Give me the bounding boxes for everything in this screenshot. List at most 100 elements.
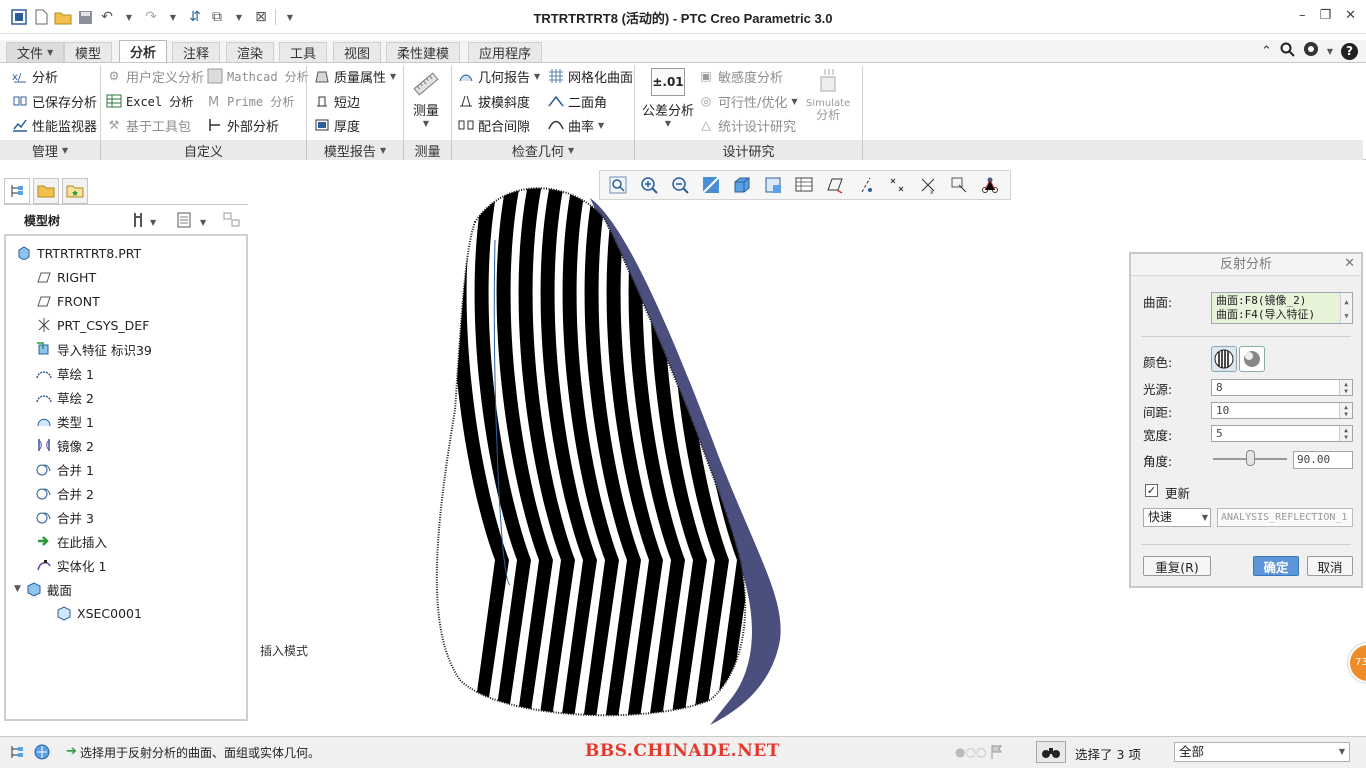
shaded-color-button[interactable] (1239, 346, 1265, 372)
feasibility-dropdown-icon[interactable]: ▼ (791, 97, 797, 106)
navigator-toggle-icon[interactable] (8, 743, 26, 764)
community-icon[interactable] (1303, 41, 1319, 61)
performance-monitor-button[interactable]: 性能监视器 (12, 115, 97, 135)
excel-analysis-button[interactable]: Excel 分析 (106, 91, 193, 111)
tree-item[interactable]: 草绘 2 (36, 386, 94, 408)
restore-icon[interactable]: ❐ (1319, 8, 1331, 23)
width-spinner[interactable]: 5 ▲ ▼ (1211, 425, 1353, 442)
prime-analysis-button[interactable]: M Prime 分析 (207, 91, 294, 111)
community-dropdown-icon[interactable]: ▼ (1327, 47, 1333, 56)
annotation-display-icon[interactable] (976, 173, 1004, 197)
datum-planes-display-icon[interactable] (821, 173, 849, 197)
angle-slider-thumb[interactable] (1246, 450, 1255, 466)
surface-item[interactable]: 曲面:F8(镜像_2) (1216, 294, 1352, 308)
mass-properties-dropdown-icon[interactable]: ▼ (390, 72, 396, 81)
expand-toggle-icon[interactable]: ▼ (14, 584, 21, 594)
close-icon[interactable]: ✕ (1345, 8, 1356, 23)
tab-flexible-modeling[interactable]: 柔性建模 (386, 42, 461, 62)
ok-button[interactable]: 确定 (1253, 556, 1299, 576)
light-spinner[interactable]: 8 ▲ ▼ (1211, 379, 1353, 396)
tab-view[interactable]: 视图 (333, 42, 382, 62)
mass-properties-button[interactable]: 质量属性 ▼ (314, 66, 396, 86)
short-edge-button[interactable]: 短边 (314, 91, 360, 111)
tree-show-icon[interactable]: ▼ (176, 211, 212, 232)
tree-item[interactable]: ▼ 截面 (14, 578, 72, 600)
surface-collector[interactable]: 曲面:F8(镜像_2) 曲面:F4(导入特征) ▲ ▼ (1211, 292, 1353, 324)
surface-item[interactable]: 曲面:F4(导入特征) (1216, 308, 1352, 322)
statistical-design-study-button[interactable]: △ 统计设计研究 (698, 115, 796, 135)
spinner-arrows[interactable]: ▲ ▼ (1339, 426, 1352, 441)
spin-center-icon[interactable] (945, 173, 973, 197)
spinner-arrows[interactable]: ▲ ▼ (1339, 380, 1352, 395)
tree-item[interactable]: 在此插入 (36, 530, 107, 552)
saved-analysis-button[interactable]: 已保存分析 (12, 91, 97, 111)
simulate-analysis-button[interactable]: Simulate 分析 (806, 66, 850, 122)
mathcad-analysis-button[interactable]: Mathcad 分析 (207, 66, 309, 86)
update-checkbox[interactable]: ✓ (1145, 484, 1158, 497)
analysis-button[interactable]: x/ 分析 (12, 66, 58, 86)
clearance-button[interactable]: 配合间隙 (458, 115, 530, 135)
selection-count[interactable]: 选择了 3 项 (1075, 744, 1141, 763)
surface-list-scrollbar[interactable]: ▲ ▼ (1340, 293, 1352, 323)
tree-item[interactable]: 类型 1 (36, 410, 94, 432)
tab-applications[interactable]: 应用程序 (468, 42, 543, 62)
geometry-report-button[interactable]: 几何报告 ▼ (458, 66, 540, 86)
flag-icon[interactable] (990, 743, 1004, 764)
tree-filter-icon[interactable] (222, 211, 242, 232)
notification-badge[interactable]: 73 (1348, 643, 1366, 683)
datum-points-display-icon[interactable] (883, 173, 911, 197)
toolkit-based-button[interactable]: ⚒ 基于工具包 (106, 115, 191, 135)
repeat-button[interactable]: 重复(R) (1143, 556, 1211, 576)
mesh-surface-button[interactable]: 网格化曲面 (548, 66, 633, 86)
tree-item[interactable]: RIGHT (36, 266, 96, 288)
tab-analysis[interactable]: 分析 (119, 40, 168, 62)
tab-favorites[interactable] (62, 178, 88, 204)
group-footer-model-report[interactable]: 模型报告 ▼ (307, 140, 404, 160)
angle-input[interactable]: 90.00 (1293, 451, 1353, 469)
tab-annotate[interactable]: 注释 (172, 42, 221, 62)
tab-folder-browser[interactable] (33, 178, 59, 204)
tree-item[interactable]: 合并 1 (36, 458, 94, 480)
model-viewport[interactable] (420, 180, 800, 732)
tree-item[interactable]: 合并 3 (36, 506, 94, 528)
tree-item[interactable]: 草绘 1 (36, 362, 94, 384)
help-icon[interactable]: ? (1341, 42, 1358, 60)
spinner-arrows[interactable]: ▲ ▼ (1339, 403, 1352, 418)
tree-settings-icon[interactable]: ▼ (132, 211, 160, 232)
binoculars-icon[interactable] (1036, 741, 1066, 763)
browser-toggle-icon[interactable] (32, 743, 52, 764)
feasibility-optimization-button[interactable]: ◎ 可行性/优化 ▼ (698, 91, 798, 111)
spacing-spinner[interactable]: 10 ▲ ▼ (1211, 402, 1353, 419)
external-analysis-button[interactable]: 外部分析 (207, 115, 279, 135)
measure-button[interactable]: 测量 ▼ (410, 68, 442, 128)
analysis-name-field[interactable]: ANALYSIS_REFLECTION_1 (1217, 508, 1353, 527)
cancel-button[interactable]: 取消 (1307, 556, 1353, 576)
curvature-button[interactable]: 曲率 ▼ (548, 115, 604, 135)
stripe-color-button[interactable] (1211, 346, 1237, 372)
tree-item[interactable]: 合并 2 (36, 482, 94, 504)
tree-item[interactable]: PRT_CSYS_DEF (36, 314, 149, 336)
mode-select[interactable]: 快速 ▼ (1143, 508, 1211, 527)
dihedral-angle-button[interactable]: 二面角 (548, 91, 607, 111)
tab-file[interactable]: 文件 ▼ (6, 42, 65, 62)
tree-item[interactable]: 导入特征 标识39 (36, 338, 152, 360)
geometry-report-dropdown-icon[interactable]: ▼ (534, 72, 540, 81)
group-footer-manage[interactable]: 管理 ▼ (0, 140, 101, 160)
tree-item[interactable]: TRTRTRTRT8.PRT (16, 242, 141, 264)
group-footer-inspect-geometry[interactable]: 检查几何 ▼ (452, 140, 635, 160)
tree-item[interactable]: 实体化 1 (36, 554, 106, 576)
search-icon[interactable] (1280, 42, 1295, 61)
tree-item[interactable]: XSEC0001 (56, 602, 142, 624)
datum-axes-display-icon[interactable] (852, 173, 880, 197)
selection-filter[interactable]: 全部 ▼ (1174, 742, 1350, 762)
curvature-dropdown-icon[interactable]: ▼ (598, 121, 604, 130)
draft-button[interactable]: 拔模斜度 (458, 91, 530, 111)
thickness-button[interactable]: 厚度 (314, 115, 360, 135)
tab-render[interactable]: 渲染 (226, 42, 275, 62)
dialog-close-icon[interactable]: ✕ (1344, 256, 1355, 271)
tree-item[interactable]: 镜像 2 (36, 434, 94, 456)
csys-display-icon[interactable]: x (914, 173, 942, 197)
user-defined-analysis-button[interactable]: ⚙ 用户定义分析 (106, 66, 204, 86)
tab-tools[interactable]: 工具 (279, 42, 328, 62)
collapse-ribbon-icon[interactable]: ⌃ (1261, 44, 1272, 59)
